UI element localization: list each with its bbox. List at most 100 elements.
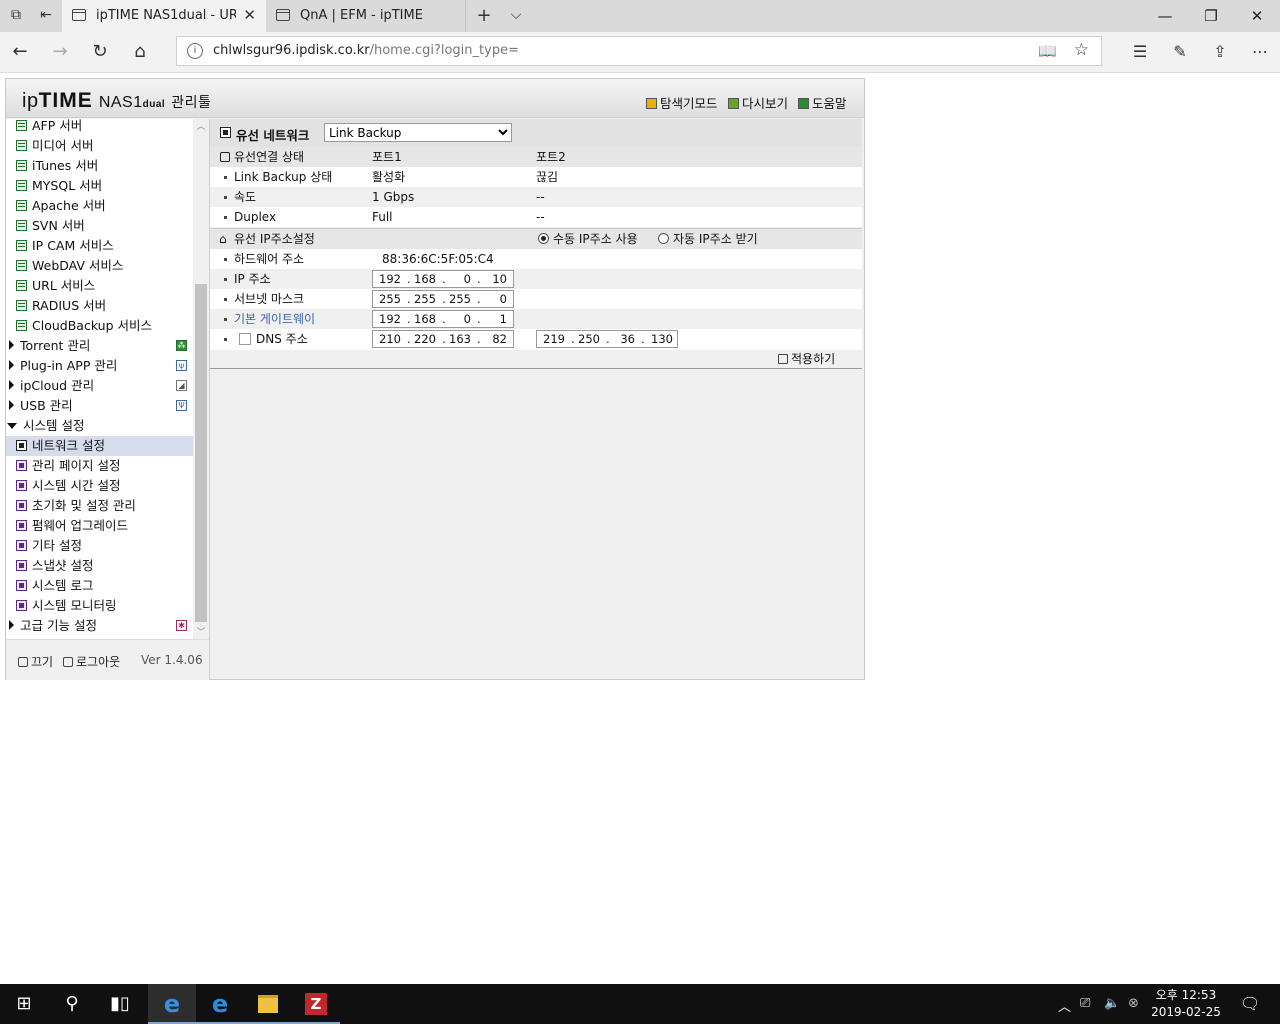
sidebar-item-misc[interactable]: 기타 설정 [16, 536, 193, 556]
tab-iptime-nas[interactable]: ipTIME NAS1dual - URK ✕ [62, 0, 266, 32]
more-menu-icon[interactable]: ⋯ [1246, 40, 1274, 64]
sidebar-item-mysql[interactable]: MYSQL 서버 [16, 176, 193, 196]
octet[interactable]: 0 [479, 291, 507, 307]
close-window-icon[interactable]: ✕ [1234, 4, 1280, 28]
sidebar-item-reset-config[interactable]: 초기화 및 설정 관리 [16, 496, 193, 516]
sidebar-item-firmware[interactable]: 펌웨어 업그레이드 [16, 516, 193, 536]
sidebar-item-admin-page[interactable]: 관리 페이지 설정 [16, 456, 193, 476]
edge-icon[interactable]: e [148, 984, 196, 1024]
pen-notes-icon[interactable]: ✎ [1166, 40, 1194, 64]
dns1-input[interactable]: 210. 220. 163. 82 [372, 330, 514, 348]
action-center-icon[interactable]: 🗨 [1240, 994, 1260, 1013]
dns2-input[interactable]: 219. 250. 36. 130 [536, 330, 678, 348]
restore-icon[interactable]: ❐ [1188, 4, 1234, 28]
sidebar-scrollbar[interactable]: ︿ ﹀ [193, 119, 209, 639]
notification-x-icon[interactable]: ⊗ [1128, 996, 1139, 1011]
sidebar-item-system-log[interactable]: 시스템 로그 [16, 576, 193, 596]
octet[interactable]: 168 [408, 311, 436, 327]
manual-ip-radio[interactable]: 수동 IP주소 사용 [538, 229, 638, 249]
sidebar-group-torrent[interactable]: Torrent 관리 ⁂ [6, 336, 193, 356]
octet[interactable]: 210 [373, 331, 401, 347]
octet[interactable]: 168 [408, 271, 436, 287]
sidebar-item-url[interactable]: URL 서비스 [16, 276, 193, 296]
sidebar-group-advanced[interactable]: 고급 기능 설정 ✱ [6, 616, 193, 636]
search-icon[interactable]: ⚲ [48, 984, 96, 1024]
share-icon[interactable]: ⇪ [1206, 40, 1234, 64]
gateway-link[interactable]: 기본 게이트웨이 [234, 309, 315, 329]
favorite-star-icon[interactable]: ☆ [1074, 40, 1089, 60]
octet[interactable]: 82 [479, 331, 507, 347]
octet[interactable]: 192 [373, 311, 401, 327]
link-mode-select[interactable]: Link Backup [324, 123, 512, 142]
volume-icon[interactable]: 🔈 [1104, 996, 1120, 1011]
sidebar-item-apache[interactable]: Apache 서버 [16, 196, 193, 216]
favorites-list-icon[interactable]: ☰ [1126, 40, 1154, 64]
octet[interactable]: 0 [443, 271, 471, 287]
url-input[interactable]: i chlwlsgur96.ipdisk.co.kr/home.cgi?logi… [176, 36, 1102, 66]
octet[interactable]: 0 [443, 311, 471, 327]
tab-qna-efm[interactable]: QnA | EFM - ipTIME [266, 0, 466, 32]
sidebar-group-usb[interactable]: USB 관리 Ψ [6, 396, 193, 416]
tab-actions-icon[interactable]: ⧉ [6, 7, 26, 25]
octet[interactable]: 255 [408, 291, 436, 307]
scrollbar-thumb[interactable] [195, 284, 207, 622]
sidebar-item-ipcam[interactable]: IP CAM 서비스 [16, 236, 193, 256]
tab-list-chevron-icon[interactable]: ⌵ [506, 7, 526, 25]
octet[interactable]: 220 [408, 331, 436, 347]
sidebar-item-radius[interactable]: RADIUS 서버 [16, 296, 193, 316]
sidebar-group-system[interactable]: 시스템 설정 [6, 416, 193, 436]
octet[interactable]: 1 [479, 311, 507, 327]
internet-explorer-icon[interactable]: e [196, 984, 244, 1024]
site-info-icon[interactable]: i [187, 43, 203, 59]
network-tray-icon[interactable]: ⎚ [1080, 996, 1090, 1011]
apply-button[interactable]: 적용하기 [778, 349, 835, 369]
file-explorer-icon[interactable] [244, 984, 292, 1024]
sidebar-item-network-settings[interactable]: 네트워크 설정 [6, 436, 193, 456]
subnet-input[interactable]: 255. 255. 255. 0 [372, 290, 514, 308]
sidebar-item-webdav[interactable]: WebDAV 서비스 [16, 256, 193, 276]
sidebar-item-system-time[interactable]: 시스템 시간 설정 [16, 476, 193, 496]
explorer-mode-link[interactable]: 탐색기모드 [646, 93, 718, 112]
reading-view-icon[interactable]: 📖 [1038, 42, 1057, 60]
reload-link[interactable]: 다시보기 [728, 93, 788, 112]
octet[interactable]: 130 [645, 331, 673, 347]
octet[interactable]: 255 [443, 291, 471, 307]
scroll-up-icon[interactable]: ︿ [193, 119, 209, 133]
octet[interactable]: 219 [537, 331, 565, 347]
octet[interactable]: 255 [373, 291, 401, 307]
close-tab-icon[interactable]: ✕ [243, 6, 256, 24]
sidebar-group-plugin[interactable]: Plug-in APP 관리 ψ [6, 356, 193, 376]
set-aside-tabs-icon[interactable]: ⇤ [36, 7, 56, 25]
sidebar-group-ipcloud[interactable]: ipCloud 관리 ◢ [6, 376, 193, 396]
sidebar-item-cloudbackup[interactable]: CloudBackup 서비스 [16, 316, 193, 336]
filezilla-icon[interactable]: Z [292, 984, 340, 1024]
sidebar-item-afp[interactable]: AFP 서버 [16, 119, 193, 136]
sidebar-item-media[interactable]: 미디어 서버 [16, 136, 193, 156]
power-off-button[interactable]: 끄기 [18, 653, 53, 670]
refresh-icon[interactable]: ↻ [86, 40, 114, 64]
octet[interactable]: 250 [572, 331, 600, 347]
gateway-input[interactable]: 192. 168. 0. 1 [372, 310, 514, 328]
sidebar-item-system-monitor[interactable]: 시스템 모니터링 [16, 596, 193, 616]
dns-checkbox[interactable] [239, 333, 251, 345]
auto-ip-radio[interactable]: 자동 IP주소 받기 [658, 229, 758, 249]
sidebar-item-snapshot[interactable]: 스냅샷 설정 [16, 556, 193, 576]
new-tab-icon[interactable]: + [474, 5, 494, 26]
octet[interactable]: 10 [479, 271, 507, 287]
task-view-icon[interactable]: ▮▯ [96, 984, 144, 1024]
clock[interactable]: 오후 12:53 2019-02-25 [1140, 987, 1232, 1021]
scroll-down-icon[interactable]: ﹀ [193, 625, 209, 639]
tray-chevron-icon[interactable]: ︿ [1058, 996, 1071, 1015]
back-icon[interactable]: ← [6, 40, 34, 64]
octet[interactable]: 163 [443, 331, 471, 347]
logout-button[interactable]: 로그아웃 [63, 653, 120, 670]
octet[interactable]: 192 [373, 271, 401, 287]
ip-address-input[interactable]: 192. 168. 0. 10 [372, 270, 514, 288]
minimize-icon[interactable]: — [1142, 4, 1188, 28]
start-windows-icon[interactable]: ⊞ [0, 984, 48, 1024]
home-icon[interactable]: ⌂ [126, 40, 154, 64]
sidebar-item-itunes[interactable]: iTunes 서버 [16, 156, 193, 176]
help-link[interactable]: 도움말 [798, 93, 847, 112]
sidebar-item-svn[interactable]: SVN 서버 [16, 216, 193, 236]
octet[interactable]: 36 [607, 331, 635, 347]
